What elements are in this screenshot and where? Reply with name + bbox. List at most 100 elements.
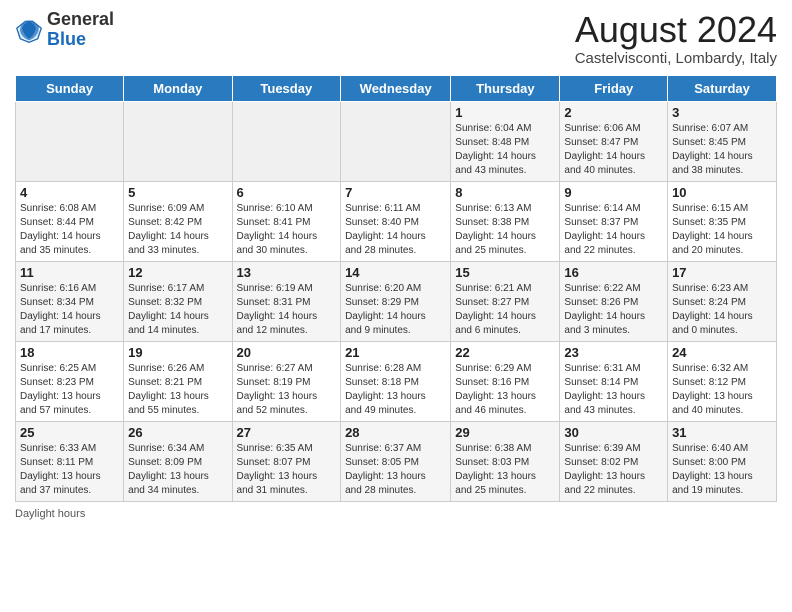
calendar-table: SundayMondayTuesdayWednesdayThursdayFrid… [15,75,777,502]
logo-icon [15,16,43,44]
day-info: Sunrise: 6:06 AM Sunset: 8:47 PM Dayligh… [564,122,663,178]
day-number: 23 [564,345,663,360]
calendar-cell: 16Sunrise: 6:22 AM Sunset: 8:26 PM Dayli… [560,261,668,341]
day-number: 21 [345,345,446,360]
day-info: Sunrise: 6:34 AM Sunset: 8:09 PM Dayligh… [128,442,227,498]
calendar-week-5: 25 Sunrise: 6:33 AM Sunset: 8:11 PM Dayli… [16,421,777,501]
day-number: 19 [128,345,227,360]
day-info: Sunrise: 6:11 AM Sunset: 8:40 PM Dayligh… [345,202,446,258]
calendar-cell [341,101,451,181]
calendar-cell: 11 Sunrise: 6:16 AM Sunset: 8:34 PM Dayli… [16,261,124,341]
day-number: 16 [564,265,663,280]
calendar-cell: 29Sunrise: 6:38 AM Sunset: 8:03 PM Dayli… [451,421,560,501]
day-info: Sunrise: 6:28 AM Sunset: 8:18 PM Dayligh… [345,362,446,418]
calendar-cell: 10 Sunrise: 6:15 AM Sunset: 8:35 PM Dayli… [668,181,777,261]
calendar-cell: 13 Sunrise: 6:19 AM Sunset: 8:31 PM Dayli… [232,261,341,341]
day-number: 6 [237,185,337,200]
calendar-cell: 2 Sunrise: 6:06 AM Sunset: 8:47 PM Daylig… [560,101,668,181]
calendar-cell: 19 Sunrise: 6:26 AM Sunset: 8:21 PM Dayli… [124,341,232,421]
title-block: August 2024 Castelvisconti, Lombardy, It… [575,10,777,67]
calendar-week-1: 1 Sunrise: 6:04 AM Sunset: 8:48 PM Daylig… [16,101,777,181]
day-info: Sunrise: 6:17 AM Sunset: 8:32 PM Dayligh… [128,282,227,338]
calendar-cell [16,101,124,181]
day-number: 25 [20,425,119,440]
day-number: 24 [672,345,772,360]
calendar-cell: 15 Sunrise: 6:21 AM Sunset: 8:27 PM Dayli… [451,261,560,341]
calendar-cell: 8Sunrise: 6:13 AM Sunset: 8:38 PM Daylig… [451,181,560,261]
calendar-cell: 30Sunrise: 6:39 AM Sunset: 8:02 PM Dayli… [560,421,668,501]
day-info: Sunrise: 6:26 AM Sunset: 8:21 PM Dayligh… [128,362,227,418]
day-info: Sunrise: 6:04 AM Sunset: 8:48 PM Dayligh… [455,122,555,178]
day-info: Sunrise: 6:37 AM Sunset: 8:05 PM Dayligh… [345,442,446,498]
calendar-cell: 7Sunrise: 6:11 AM Sunset: 8:40 PM Daylig… [341,181,451,261]
logo: General Blue [15,10,114,50]
day-number: 20 [237,345,337,360]
day-info: Sunrise: 6:16 AM Sunset: 8:34 PM Dayligh… [20,282,119,338]
calendar-cell: 5Sunrise: 6:09 AM Sunset: 8:42 PM Daylig… [124,181,232,261]
header-row: SundayMondayTuesdayWednesdayThursdayFrid… [16,75,777,101]
logo-general-text: General [47,9,114,29]
day-number: 9 [564,185,663,200]
calendar-cell [232,101,341,181]
calendar-cell: 22 Sunrise: 6:29 AM Sunset: 8:16 PM Dayli… [451,341,560,421]
calendar-cell: 3 Sunrise: 6:07 AM Sunset: 8:45 PM Daylig… [668,101,777,181]
day-info: Sunrise: 6:31 AM Sunset: 8:14 PM Dayligh… [564,362,663,418]
day-number: 22 [455,345,555,360]
calendar-cell: 26 Sunrise: 6:34 AM Sunset: 8:09 PM Dayli… [124,421,232,501]
day-number: 26 [128,425,227,440]
day-info: Sunrise: 6:14 AM Sunset: 8:37 PM Dayligh… [564,202,663,258]
calendar-cell: 18 Sunrise: 6:25 AM Sunset: 8:23 PM Dayli… [16,341,124,421]
location-subtitle: Castelvisconti, Lombardy, Italy [575,50,777,67]
day-number: 15 [455,265,555,280]
calendar-cell: 23 Sunrise: 6:31 AM Sunset: 8:14 PM Dayli… [560,341,668,421]
calendar-cell: 24 Sunrise: 6:32 AM Sunset: 8:12 PM Dayli… [668,341,777,421]
calendar-cell [124,101,232,181]
day-number: 3 [672,105,772,120]
calendar-cell: 27Sunrise: 6:35 AM Sunset: 8:07 PM Dayli… [232,421,341,501]
calendar-cell: 9 Sunrise: 6:14 AM Sunset: 8:37 PM Daylig… [560,181,668,261]
day-number: 11 [20,265,119,280]
day-info: Sunrise: 6:15 AM Sunset: 8:35 PM Dayligh… [672,202,772,258]
day-number: 12 [128,265,227,280]
day-info: Sunrise: 6:07 AM Sunset: 8:45 PM Dayligh… [672,122,772,178]
day-info: Sunrise: 6:29 AM Sunset: 8:16 PM Dayligh… [455,362,555,418]
day-info: Sunrise: 6:25 AM Sunset: 8:23 PM Dayligh… [20,362,119,418]
header-day-saturday: Saturday [668,75,777,101]
header-day-sunday: Sunday [16,75,124,101]
day-info: Sunrise: 6:27 AM Sunset: 8:19 PM Dayligh… [237,362,337,418]
day-info: Sunrise: 6:13 AM Sunset: 8:38 PM Dayligh… [455,202,555,258]
header-day-wednesday: Wednesday [341,75,451,101]
header-day-monday: Monday [124,75,232,101]
day-info: Sunrise: 6:32 AM Sunset: 8:12 PM Dayligh… [672,362,772,418]
day-info: Sunrise: 6:20 AM Sunset: 8:29 PM Dayligh… [345,282,446,338]
month-year-title: August 2024 [575,10,777,50]
day-info: Sunrise: 6:39 AM Sunset: 8:02 PM Dayligh… [564,442,663,498]
calendar-cell: 17 Sunrise: 6:23 AM Sunset: 8:24 PM Dayli… [668,261,777,341]
day-number: 10 [672,185,772,200]
calendar-cell: 31Sunrise: 6:40 AM Sunset: 8:00 PM Dayli… [668,421,777,501]
day-info: Sunrise: 6:33 AM Sunset: 8:11 PM Dayligh… [20,442,119,498]
day-number: 1 [455,105,555,120]
page-header: General Blue August 2024 Castelvisconti,… [15,10,777,67]
calendar-cell: 1 Sunrise: 6:04 AM Sunset: 8:48 PM Daylig… [451,101,560,181]
day-number: 28 [345,425,446,440]
day-number: 13 [237,265,337,280]
header-day-friday: Friday [560,75,668,101]
day-number: 4 [20,185,119,200]
day-number: 27 [237,425,337,440]
day-number: 29 [455,425,555,440]
day-info: Sunrise: 6:40 AM Sunset: 8:00 PM Dayligh… [672,442,772,498]
day-number: 17 [672,265,772,280]
day-info: Sunrise: 6:08 AM Sunset: 8:44 PM Dayligh… [20,202,119,258]
calendar-cell: 6Sunrise: 6:10 AM Sunset: 8:41 PM Daylig… [232,181,341,261]
daylight-label: Daylight hours [15,508,85,520]
day-number: 2 [564,105,663,120]
day-info: Sunrise: 6:23 AM Sunset: 8:24 PM Dayligh… [672,282,772,338]
day-info: Sunrise: 6:19 AM Sunset: 8:31 PM Dayligh… [237,282,337,338]
calendar-header: SundayMondayTuesdayWednesdayThursdayFrid… [16,75,777,101]
day-number: 18 [20,345,119,360]
calendar-cell: 4 Sunrise: 6:08 AM Sunset: 8:44 PM Daylig… [16,181,124,261]
calendar-week-4: 18 Sunrise: 6:25 AM Sunset: 8:23 PM Dayli… [16,341,777,421]
day-info: Sunrise: 6:21 AM Sunset: 8:27 PM Dayligh… [455,282,555,338]
calendar-cell: 20 Sunrise: 6:27 AM Sunset: 8:19 PM Dayli… [232,341,341,421]
